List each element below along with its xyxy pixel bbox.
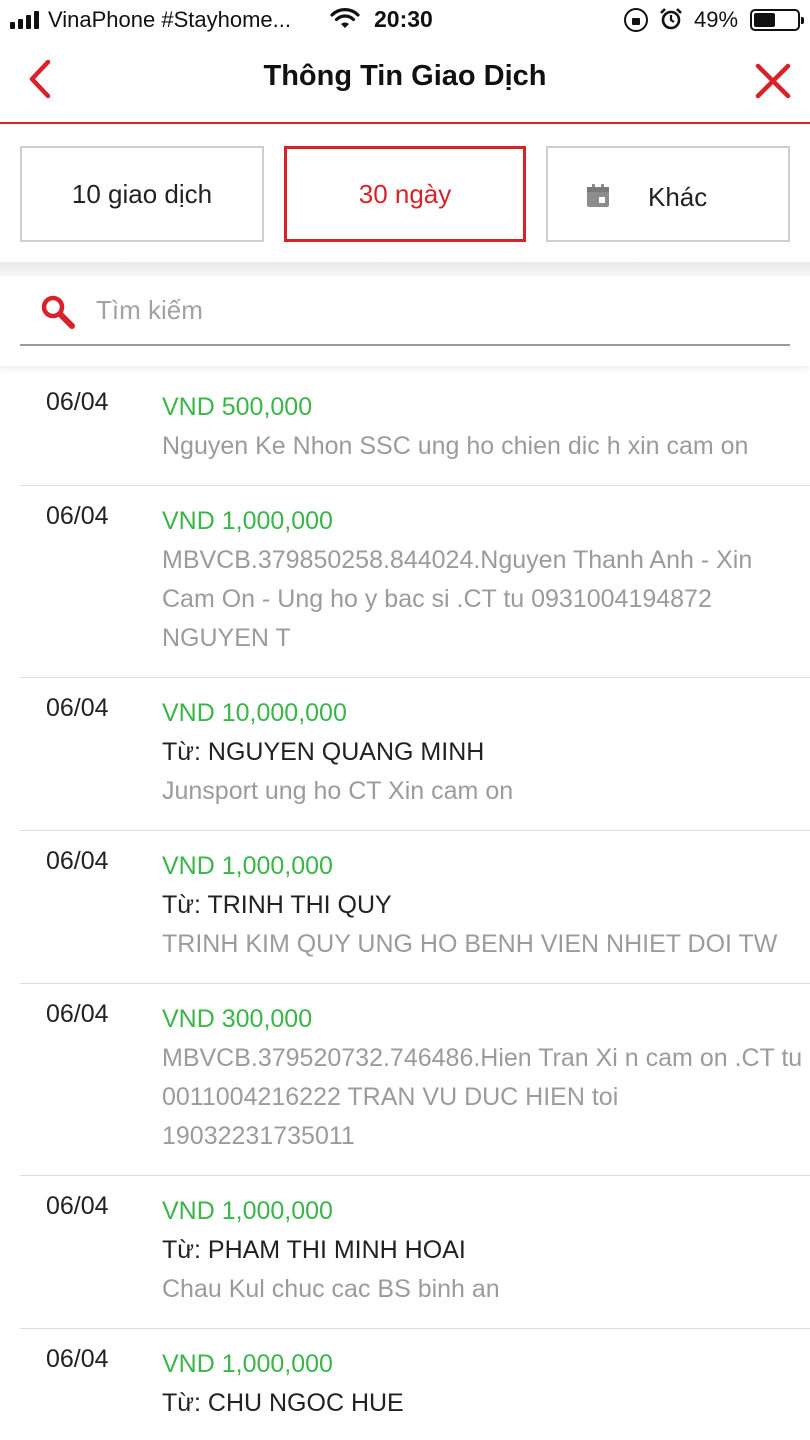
divider bbox=[0, 262, 810, 276]
transaction-description: MBVCB.379520732.746486.Hien Tran Xi n ca… bbox=[162, 1044, 803, 1150]
filter-label: 10 giao dịch bbox=[71, 178, 213, 209]
close-icon[interactable] bbox=[752, 60, 794, 102]
transaction-date: 06/04 bbox=[46, 1192, 109, 1220]
calendar-icon bbox=[587, 184, 609, 207]
transaction-amount: VND 500,000 bbox=[162, 393, 313, 421]
transaction-row[interactable]: 06/04 VND 1,000,000 Từ: CHU NGOC HUE bbox=[0, 1329, 810, 1440]
battery-icon bbox=[750, 9, 804, 31]
transaction-description: TRINH KIM QUY UNG HO BENH VIEN NHIET DOI… bbox=[162, 930, 778, 958]
transaction-amount: VND 1,000,000 bbox=[162, 1197, 333, 1225]
filter-10-transactions-button[interactable]: 10 giao dịch bbox=[20, 146, 264, 242]
transaction-sender: Từ: NGUYEN QUANG MINH bbox=[162, 738, 485, 766]
carrier-name: VinaPhone #Stayhome... bbox=[48, 7, 291, 32]
alarm-icon bbox=[660, 8, 682, 30]
transaction-amount: VND 10,000,000 bbox=[162, 699, 347, 727]
transaction-row[interactable]: 06/04 VND 10,000,000 Từ: NGUYEN QUANG MINH… bbox=[0, 678, 810, 831]
search-bar bbox=[0, 276, 810, 366]
transaction-amount: VND 1,000,000 bbox=[162, 1350, 333, 1378]
transaction-details: VND 1,000,000 Từ: CHU NGOC HUE bbox=[162, 1345, 806, 1423]
transaction-description: MBVCB.379850258.844024.Nguyen Thanh Anh … bbox=[162, 546, 753, 652]
transaction-details: VND 1,000,000 MBVCB.379850258.844024.Nguy… bbox=[162, 502, 806, 658]
transaction-date: 06/04 bbox=[46, 847, 109, 875]
transaction-row[interactable]: 06/04 VND 1,000,000 MBVCB.379850258.844024… bbox=[0, 486, 810, 678]
transaction-amount: VND 1,000,000 bbox=[162, 852, 333, 880]
transaction-sender: Từ: CHU NGOC HUE bbox=[162, 1389, 404, 1417]
search-underline bbox=[20, 344, 790, 346]
transaction-details: VND 300,000 MBVCB.379520732.746486.Hien T… bbox=[162, 1000, 806, 1156]
transaction-date: 06/04 bbox=[46, 1000, 109, 1028]
transaction-details: VND 10,000,000 Từ: NGUYEN QUANG MINH Junsp… bbox=[162, 694, 806, 811]
wifi-icon bbox=[330, 8, 360, 28]
transaction-row[interactable]: 06/04 VND 1,000,000 Từ: TRINH THI QUY TRINH… bbox=[0, 831, 810, 984]
transaction-row[interactable]: 06/04 VND 1,000,000 Từ: PHAM THI MINH HOAI… bbox=[0, 1176, 810, 1329]
rotation-lock-icon bbox=[624, 8, 648, 32]
signal-icon bbox=[10, 11, 39, 29]
battery-percent: 49% bbox=[694, 7, 739, 32]
transaction-description: Chau Kul chuc cac BS binh an bbox=[162, 1275, 500, 1303]
filter-tabs: 10 giao dịch 30 ngày Khác bbox=[0, 126, 810, 264]
search-input[interactable] bbox=[96, 290, 776, 330]
transaction-row[interactable]: 06/04 VND 300,000 MBVCB.379520732.746486.H… bbox=[0, 984, 810, 1176]
transaction-description: Junsport ung ho CT Xin cam on bbox=[162, 777, 514, 805]
transaction-date: 06/04 bbox=[46, 502, 109, 530]
status-bar: VinaPhone #Stayhome... 20:30 49% bbox=[0, 0, 810, 40]
filter-label: Khác bbox=[648, 182, 708, 212]
transaction-sender: Từ: TRINH THI QUY bbox=[162, 891, 392, 919]
transaction-amount: VND 300,000 bbox=[162, 1005, 313, 1033]
transaction-description: Nguyen Ke Nhon SSC ung ho chien dic h xi… bbox=[162, 432, 749, 460]
transaction-details: VND 500,000 Nguyen Ke Nhon SSC ung ho chi… bbox=[162, 388, 806, 466]
transaction-details: VND 1,000,000 Từ: PHAM THI MINH HOAI Chau … bbox=[162, 1192, 806, 1309]
transaction-sender: Từ: PHAM THI MINH HOAI bbox=[162, 1236, 466, 1264]
battery-fill bbox=[754, 13, 775, 27]
transaction-details: VND 1,000,000 Từ: TRINH THI QUY TRINH KIM … bbox=[162, 847, 806, 964]
transaction-date: 06/04 bbox=[46, 1345, 109, 1373]
transaction-amount: VND 1,000,000 bbox=[162, 507, 333, 535]
nav-bar: Thông Tin Giao Dịch bbox=[0, 40, 810, 124]
transaction-row[interactable]: 06/04 VND 500,000 Nguyen Ke Nhon SSC ung h… bbox=[0, 372, 810, 486]
clock: 20:30 bbox=[374, 6, 433, 32]
transaction-date: 06/04 bbox=[46, 694, 109, 722]
transaction-list: 06/04 VND 500,000 Nguyen Ke Nhon SSC ung h… bbox=[0, 372, 810, 1440]
page-title: Thông Tin Giao Dịch bbox=[263, 60, 547, 92]
filter-30-days-button[interactable]: 30 ngày bbox=[284, 146, 526, 242]
filter-other-button[interactable]: Khác bbox=[546, 146, 790, 242]
filter-label: 30 ngày bbox=[358, 178, 452, 209]
transaction-date: 06/04 bbox=[46, 388, 109, 416]
search-icon bbox=[41, 295, 75, 329]
